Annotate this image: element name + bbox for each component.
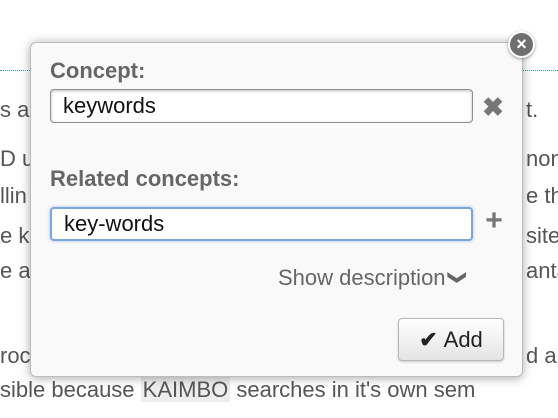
background-text-fragment: sible because KAIMBO searches in it's ow… <box>0 376 475 404</box>
background-text-fragment: s a <box>0 97 30 122</box>
add-button[interactable]: ✔ Add <box>398 318 504 361</box>
chevron-down-glyph: ❯ <box>447 269 468 286</box>
add-related-concept-icon[interactable]: + <box>481 206 507 236</box>
background-text-line: sible because KAIMBO searches in it's ow… <box>0 376 558 404</box>
background-text-fragment: roc <box>0 343 31 368</box>
show-description-label: Show description <box>278 265 446 290</box>
background-text-fragment: site <box>526 223 558 248</box>
background-text-fragment: sible because <box>0 377 141 402</box>
chevron-down-icon: ❯ <box>447 270 468 285</box>
show-description-toggle[interactable]: Show description ❯ <box>278 265 468 291</box>
checkmark-icon: ✔ <box>419 327 438 352</box>
background-text-fragment: d an <box>526 343 558 368</box>
concept-label: Concept: <box>50 58 146 83</box>
background-text-fragment: anta <box>526 258 558 283</box>
clear-concept-icon[interactable]: ✖ <box>480 94 506 120</box>
close-icon: × <box>516 34 527 54</box>
related-concepts-label: Related concepts: <box>50 166 240 191</box>
background-text-fragment: e k <box>0 223 30 248</box>
background-text-fragment: e th <box>526 183 558 208</box>
highlighted-term: KAIMBO <box>140 377 231 402</box>
background-text-fragment: e a <box>0 258 31 283</box>
add-button-label: Add <box>443 327 483 352</box>
close-popup-button[interactable]: × <box>508 31 535 58</box>
background-text-fragment: t. <box>526 97 539 122</box>
related-concept-input[interactable] <box>50 207 473 241</box>
concept-input[interactable] <box>50 89 473 123</box>
background-text-fragment: searches in it's own sem <box>230 377 476 402</box>
background-text-fragment: llin <box>0 183 27 208</box>
background-text-fragment: non <box>526 146 558 171</box>
